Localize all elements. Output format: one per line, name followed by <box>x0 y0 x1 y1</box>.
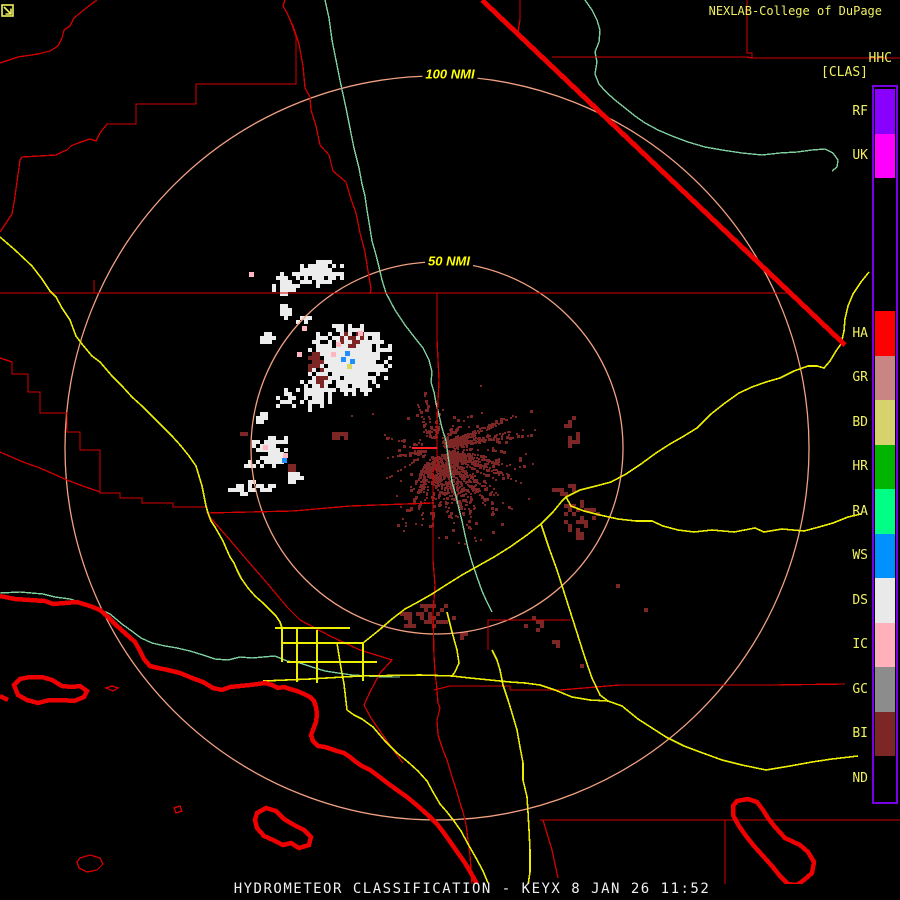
echo-blob-DS <box>276 388 296 408</box>
echo-dot-IC <box>336 342 341 347</box>
legend-swatch-GC <box>875 667 895 712</box>
legend-label-RF: RF <box>852 105 868 119</box>
highway-i5-south <box>447 612 459 676</box>
echo-blob-BI <box>332 432 348 440</box>
echo-blob-DS <box>256 412 268 424</box>
echo-starburst-BI <box>351 385 536 545</box>
legend-swatch-ND <box>875 756 895 801</box>
island-san-clemente <box>733 799 814 885</box>
coastline-pacific <box>0 596 477 884</box>
legend-label-HR: HR <box>852 460 868 474</box>
county-center-vertical <box>433 293 472 884</box>
echo-blob-BI <box>564 416 580 448</box>
legend-label-IC: IC <box>852 638 868 652</box>
echo-dot-WS <box>282 458 287 463</box>
county-nv-stub <box>518 0 520 32</box>
legend-label-HA: HA <box>852 327 868 341</box>
brand-title: NEXLAB-College of DuPage <box>709 4 882 18</box>
echo-blob-DS <box>280 304 292 320</box>
legend-swatch-IC <box>875 623 895 667</box>
echo-dot-IC <box>358 331 363 336</box>
legend-label-GR: GR <box>852 371 868 385</box>
legend-swatch-WS <box>875 534 895 578</box>
echo-blob-DS <box>260 332 276 344</box>
island-catalina <box>255 808 311 848</box>
legend-swatch-RF <box>875 89 895 134</box>
echo-blob-BI <box>240 432 248 436</box>
legend-label-WS: WS <box>852 549 868 563</box>
highway-sr14 <box>0 237 282 628</box>
legend-label-UK: UK <box>852 149 868 163</box>
county-topright-h <box>552 57 900 58</box>
highway-coastal-s <box>347 710 488 883</box>
highway-lines <box>0 237 869 885</box>
county-southeast-h <box>434 684 845 690</box>
islet-small-1 <box>106 686 118 691</box>
island-santa-barbara <box>77 855 103 872</box>
coastline-lines <box>0 596 814 885</box>
islet-small-2 <box>174 806 182 813</box>
range-ring-label-50: 50 NMI <box>425 254 473 269</box>
radar-echoes <box>228 260 648 668</box>
echo-blob-DS <box>248 480 276 492</box>
echo-dot-IC <box>249 272 254 277</box>
county-wiggle-ns <box>287 13 371 294</box>
echo-blob-BI <box>524 616 544 632</box>
range-ring-label-100: 100 NMI <box>422 67 477 82</box>
island-santa-cruz <box>14 677 87 703</box>
echo-blob-BI <box>288 464 296 472</box>
echo-blob-DS <box>252 436 288 468</box>
legend-label-BD: BD <box>852 416 868 430</box>
echo-blob-BI <box>552 640 560 648</box>
status-text: HYDROMETEOR CLASSIFICATION - KEYX 8 JAN … <box>225 881 719 897</box>
county-la-ventura <box>208 515 403 763</box>
product-code: HHC <box>869 52 892 66</box>
echo-blob-BI <box>644 608 648 612</box>
legend-label-BI: BI <box>852 727 868 741</box>
highway-harbor-s <box>492 650 530 885</box>
echo-dot-IC <box>283 453 288 458</box>
echo-dot-IC <box>302 326 307 331</box>
echo-blob-BI <box>580 664 584 668</box>
echo-dot-WS <box>350 359 355 364</box>
echo-blob-BI <box>616 584 620 588</box>
echo-blob-BI <box>460 632 468 640</box>
echo-dot-IC <box>263 445 268 450</box>
legend-swatch-UK <box>875 134 895 178</box>
echo-blob-BI <box>568 528 584 540</box>
echo-dot-WS <box>345 351 350 356</box>
legend-label-RA: RA <box>852 505 868 519</box>
legend-swatch-HA <box>875 311 895 356</box>
echo-dot-WS <box>341 357 346 362</box>
legend-swatch-DS <box>875 578 895 623</box>
highway-i15-s <box>541 524 608 701</box>
echo-dot-BD <box>347 364 352 369</box>
radar-viewer: 50 NMI 100 NMI NEXLAB-College of DuPage H… <box>0 0 900 900</box>
highway-trunk-ne <box>363 497 566 643</box>
highway-se-curve <box>540 685 858 770</box>
legend-label-DS: DS <box>852 594 868 608</box>
river-lines <box>0 0 838 677</box>
legend-swatch-GR <box>875 356 895 400</box>
legend-swatch-BD <box>875 400 895 445</box>
county-stairstep-nw <box>0 0 296 232</box>
river-mojave <box>325 0 492 612</box>
echo-dot-IC <box>297 352 302 357</box>
county-diag-left <box>0 452 100 492</box>
island-anacapa <box>0 696 8 700</box>
legend-swatch-HR <box>875 445 895 489</box>
radar-map <box>0 0 900 900</box>
legend-label-ND: ND <box>852 772 868 786</box>
county-san-diego-diag <box>543 820 558 878</box>
product-tag: [CLAS] <box>821 66 868 80</box>
legend-swatch-BI <box>875 712 895 756</box>
highway-i10 <box>263 675 540 685</box>
echo-blob-DS <box>244 460 256 468</box>
echo-dot-IC <box>331 352 336 357</box>
legend-swatch-RA <box>875 489 895 534</box>
river-northeast <box>585 0 838 171</box>
legend-swatch-gap <box>875 178 895 311</box>
cod-logo-icon <box>0 3 15 18</box>
legend-label-GC: GC <box>852 683 868 697</box>
